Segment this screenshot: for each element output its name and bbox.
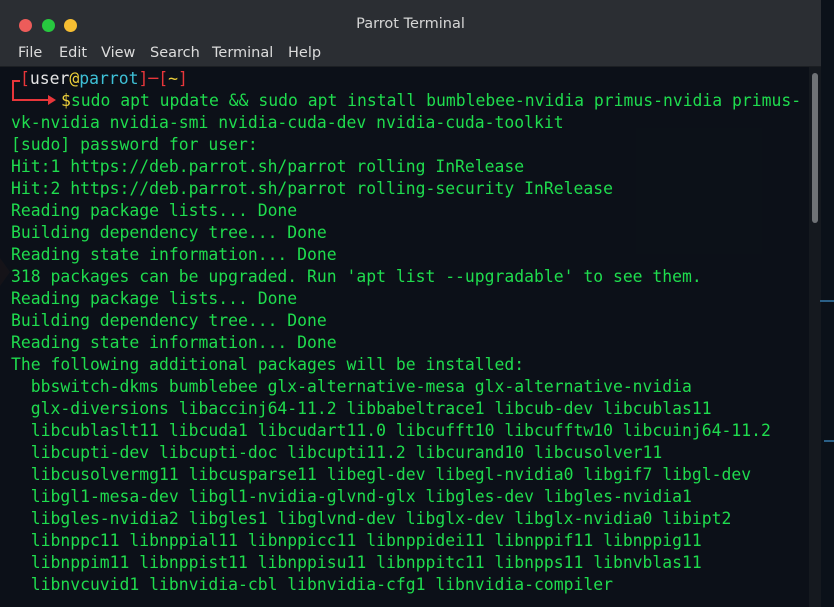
command-continuation: vk-nvidia nvidia-smi nvidia-cuda-dev nvi… xyxy=(11,113,564,132)
output-line: libnppc11 libnppial11 libnppicc11 libnpp… xyxy=(11,531,702,550)
desktop-line-decoration xyxy=(824,440,834,442)
output-line: libgles-nvidia2 libgles1 libglvnd-dev li… xyxy=(11,509,732,528)
prompt-line: [user@parrot]─[~] xyxy=(20,68,188,90)
scrollbar-thumb[interactable] xyxy=(812,73,818,223)
menu-terminal[interactable]: Terminal xyxy=(212,45,273,61)
prompt-vertical-line xyxy=(12,80,14,100)
vertical-scrollbar[interactable] xyxy=(809,67,821,607)
output-line: Building dependency tree... Done xyxy=(11,223,327,242)
prompt-dir-open: [ xyxy=(158,69,169,88)
prompt-arrow-icon xyxy=(48,95,56,105)
prompt-bottom-line xyxy=(12,99,50,101)
menu-file[interactable]: File xyxy=(18,45,42,61)
prompt-host: parrot xyxy=(79,69,139,88)
output-line: Reading package lists... Done xyxy=(11,201,298,220)
terminal-window: Parrot Terminal File Edit View Search Te… xyxy=(0,0,821,607)
prompt-dir: ~ xyxy=(168,69,178,88)
output-line: bbswitch-dkms bumblebee glx-alternative-… xyxy=(11,377,692,396)
prompt-bracket-open: [ xyxy=(20,69,30,88)
output-line: 318 packages can be upgraded. Run 'apt l… xyxy=(11,267,702,286)
output-line: [sudo] password for user: xyxy=(11,135,258,154)
prompt-dir-close: ] xyxy=(177,69,188,88)
output-line: Building dependency tree... Done xyxy=(11,311,327,330)
menu-view[interactable]: View xyxy=(101,45,135,61)
output-line: Hit:2 https://deb.parrot.sh/parrot rolli… xyxy=(11,179,613,198)
command-line: $sudo apt update && sudo apt install bum… xyxy=(61,90,801,112)
prompt-user: user xyxy=(29,69,70,88)
prompt-dollar: $ xyxy=(61,91,71,110)
window-title: Parrot Terminal xyxy=(356,16,465,32)
output-line: libcupti-dev libcupti-doc libcupti11.2 l… xyxy=(11,443,663,462)
menu-search[interactable]: Search xyxy=(150,45,200,61)
output-line: libgl1-mesa-dev libgl1-nvidia-glvnd-glx … xyxy=(11,487,692,506)
prompt-at: @ xyxy=(69,69,80,88)
prompt-dash: ─ xyxy=(148,69,159,88)
output-line: Reading package lists... Done xyxy=(11,289,298,308)
desktop-line-decoration xyxy=(820,300,834,302)
output-line: libcusolvermg11 libcusparse11 libegl-dev… xyxy=(11,465,752,484)
output-line: libnppim11 libnppist11 libnppisu11 libnp… xyxy=(11,553,702,572)
terminal-output-area[interactable]: [user@parrot]─[~] $sudo apt update && su… xyxy=(0,67,809,607)
output-line: Reading state information... Done xyxy=(11,333,337,352)
command-text: sudo apt update && sudo apt install bumb… xyxy=(70,91,802,110)
prompt-bracket-close: ] xyxy=(138,69,149,88)
output-line: Hit:1 https://deb.parrot.sh/parrot rolli… xyxy=(11,157,525,176)
menu-edit[interactable]: Edit xyxy=(59,45,87,61)
output-line: Reading state information... Done xyxy=(11,245,337,264)
output-line: glx-diversions libaccinj64-11.2 libbabel… xyxy=(11,399,712,418)
menu-help[interactable]: Help xyxy=(288,45,321,61)
output-line: libcublaslt11 libcuda1 libcudart11.0 lib… xyxy=(11,421,771,440)
title-bar: Parrot Terminal xyxy=(0,0,821,42)
output-line: The following additional packages will b… xyxy=(11,355,525,374)
menu-bar: File Edit View Search Terminal Help xyxy=(0,42,821,67)
output-line: libnvcuvid1 libnvidia-cbl libnvidia-cfg1… xyxy=(11,575,613,594)
